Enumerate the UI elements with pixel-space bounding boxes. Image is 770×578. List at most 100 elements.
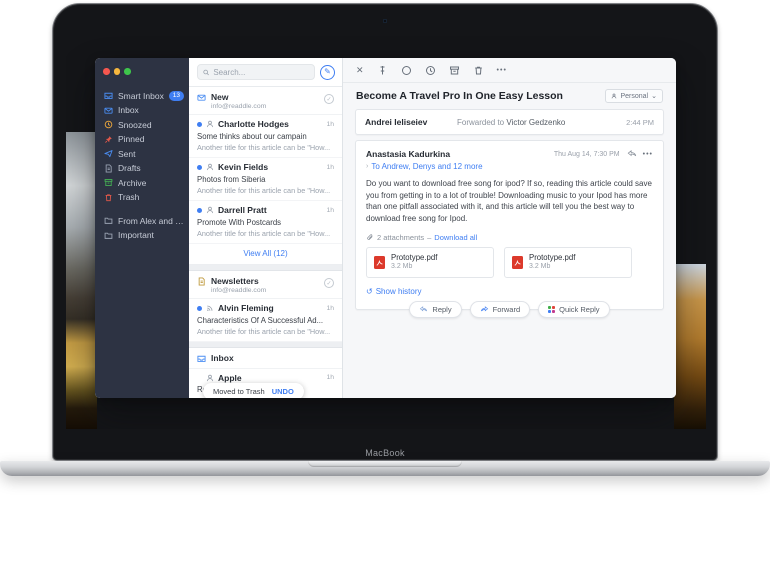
recipients-link[interactable]: To Andrew, Denys and 12 more (371, 162, 482, 171)
mail-list-pane: ✎ New info@readdle.com ✓ (189, 58, 343, 398)
reply-icon[interactable] (627, 149, 637, 159)
zoom-window-button[interactable] (124, 68, 131, 75)
sidebar-item-trash[interactable]: Trash (95, 190, 189, 205)
message-more-icon[interactable]: ••• (643, 151, 653, 158)
sidebar-item-label: From Alex and Jim (118, 215, 184, 226)
pin-icon (105, 135, 112, 143)
close-window-button[interactable] (103, 68, 110, 75)
archive-icon[interactable] (449, 65, 460, 76)
list-item[interactable]: Kevin Fields 1h Photos from Siberia Anot… (189, 158, 342, 202)
reply-button[interactable]: Reply (409, 300, 462, 318)
show-history-link[interactable]: ↺ Show history (366, 287, 653, 296)
mail-sender: Darrell Pratt (218, 205, 267, 216)
mail-subject: Some thinks about our campain (197, 131, 307, 141)
person-icon (206, 206, 214, 214)
wallpaper-mountain (66, 132, 97, 429)
toast-message: Moved to Trash (213, 387, 265, 396)
chevron-down-icon: ⌄ (651, 93, 657, 100)
rss-icon (207, 305, 213, 312)
collapsed-message-row[interactable]: Andrei Ieliseiev Forwarded to Victor Ged… (355, 109, 664, 135)
send-icon (104, 150, 113, 158)
unread-count-badge: 13 (168, 90, 184, 101)
show-history-label: Show history (375, 286, 422, 296)
sidebar-item-smart-inbox[interactable]: Smart Inbox 13 (95, 89, 189, 104)
sidebar-item-archive[interactable]: Archive (95, 176, 189, 191)
mail-time: 1h (326, 206, 334, 214)
sidebar-nav: Smart Inbox 13 Inbox Snoozed Pinned Sent… (95, 89, 189, 243)
sidebar-item-pinned[interactable]: Pinned (95, 132, 189, 147)
sidebar-item-label: Pinned (118, 134, 145, 145)
compose-button[interactable]: ✎ (320, 64, 335, 80)
group-title: Newsletters (211, 276, 259, 287)
group-header-new[interactable]: New info@readdle.com ✓ (189, 87, 342, 116)
history-icon: ↺ (366, 286, 373, 296)
sidebar-item-inbox[interactable]: Inbox (95, 103, 189, 118)
pin-icon[interactable] (377, 65, 388, 76)
undo-button[interactable]: UNDO (272, 387, 294, 396)
trash-icon[interactable] (473, 65, 484, 76)
circle-status-icon[interactable] (401, 65, 412, 76)
select-all-button[interactable]: ✓ (324, 278, 334, 289)
account-selector[interactable]: Personal ⌄ (605, 89, 663, 103)
group-subtitle: info@readdle.com (211, 287, 267, 295)
sidebar-item-label: Smart Inbox (118, 90, 164, 101)
check-icon: ✓ (326, 96, 332, 103)
window-controls (95, 68, 189, 75)
mail-time: 1h (326, 163, 334, 171)
attachments-count: 2 attachments (377, 233, 425, 243)
person-icon (206, 163, 214, 171)
snooze-clock-icon[interactable] (425, 65, 436, 76)
list-item[interactable]: Charlotte Hodges 1h Some thinks about ou… (189, 115, 342, 159)
archive-icon (104, 179, 113, 187)
message-detail-pane: ✕ ••• Become A Travel Pro In One Easy Le… (343, 58, 676, 398)
group-header-inbox[interactable]: Inbox (189, 348, 342, 369)
mail-time: 1h (326, 304, 334, 312)
mail-time: 1h (326, 120, 334, 128)
message-toolbar: ✕ ••• (343, 58, 676, 83)
sidebar-item-sent[interactable]: Sent (95, 147, 189, 162)
more-icon[interactable]: ••• (497, 67, 507, 74)
search-box[interactable] (197, 64, 315, 80)
group-header-newsletters[interactable]: Newsletters info@readdle.com ✓ (189, 271, 342, 300)
sidebar-item-label: Important (118, 230, 154, 241)
view-all-link[interactable]: View All (12) (189, 244, 342, 266)
attachment-name: Prototype.pdf (391, 253, 438, 263)
mail-preview: Another title for this article can be "H… (197, 327, 331, 337)
search-input[interactable] (213, 67, 309, 77)
forward-arrow-icon (480, 306, 488, 312)
sidebar-item-drafts[interactable]: Drafts (95, 161, 189, 176)
sidebar-folder-from-alex-and-jim[interactable]: From Alex and Jim (95, 214, 189, 229)
quick-reply-label: Quick Reply (559, 304, 600, 314)
quick-reply-button[interactable]: Quick Reply (538, 300, 610, 318)
attachment-card[interactable]: Prototype.pdf 3.2 Mb (504, 247, 632, 278)
newsletter-icon (198, 277, 205, 286)
close-icon[interactable]: ✕ (356, 66, 364, 75)
sidebar-item-snoozed[interactable]: Snoozed (95, 118, 189, 133)
sidebar-item-label: Sent (118, 148, 136, 159)
list-item[interactable]: Darrell Pratt 1h Promote With Postcards … (189, 201, 342, 245)
pdf-file-icon (512, 256, 523, 270)
sidebar-folder-important[interactable]: Important (95, 228, 189, 243)
reply-label: Reply (432, 304, 452, 314)
minimize-window-button[interactable] (113, 68, 120, 75)
unread-dot (197, 305, 202, 311)
macbook-lid: Smart Inbox 13 Inbox Snoozed Pinned Sent… (52, 3, 718, 461)
inbox-icon (197, 356, 206, 363)
mail-subject: Promote With Postcards (197, 217, 282, 227)
search-icon (203, 69, 209, 75)
message-sender: Anastasia Kadurkina (366, 149, 451, 159)
list-item[interactable]: Alvin Fleming 1h Characteristics Of A Su… (189, 299, 342, 343)
sidebar-item-label: Drafts (118, 163, 141, 174)
folder-icon (104, 217, 113, 225)
sidebar-section-gap (95, 205, 189, 214)
download-all-link[interactable]: Download all (434, 233, 477, 242)
marketing-canvas: Smart Inbox 13 Inbox Snoozed Pinned Sent… (0, 0, 770, 578)
wallpaper-trees (674, 264, 706, 429)
folder-icon (104, 232, 113, 239)
forward-button[interactable]: Forward (469, 300, 531, 318)
select-all-button[interactable]: ✓ (324, 94, 334, 104)
group-title: Inbox (211, 353, 234, 364)
attachment-size: 3.2 Mb (391, 263, 413, 271)
attachment-card[interactable]: Prototype.pdf 3.2 Mb (366, 247, 494, 278)
macbook-brand-label: MacBook (365, 448, 405, 458)
